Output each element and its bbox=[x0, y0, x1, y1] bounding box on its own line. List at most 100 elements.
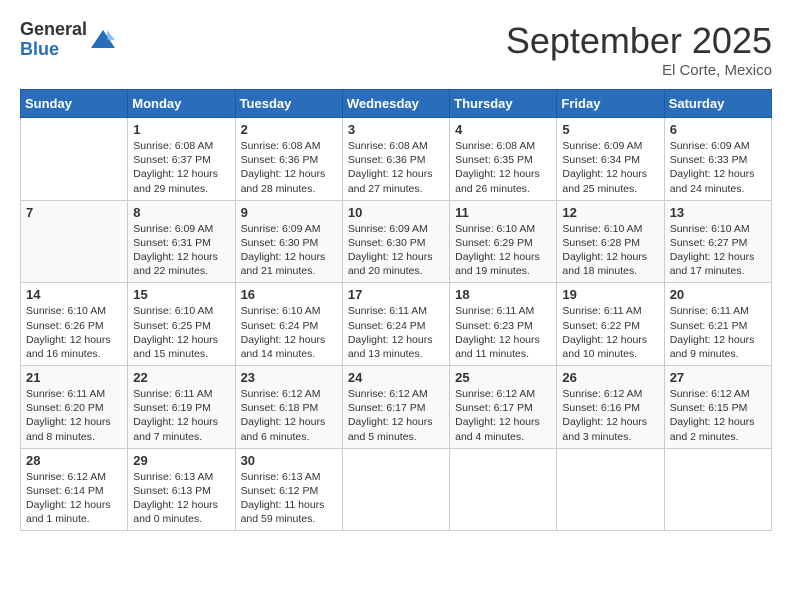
calendar-cell: 30 Sunrise: 6:13 AM Sunset: 6:12 PM Dayli… bbox=[235, 448, 342, 531]
calendar-cell: 26Sunrise: 6:12 AM Sunset: 6:16 PM Dayli… bbox=[557, 366, 664, 449]
col-saturday: Saturday bbox=[664, 90, 771, 118]
day-info: Sunrise: 6:11 AM Sunset: 6:21 PM Dayligh… bbox=[670, 304, 766, 361]
day-number: 22 bbox=[133, 370, 229, 385]
calendar-week-row: 28 Sunrise: 6:12 AM Sunset: 6:14 PM Dayli… bbox=[21, 448, 772, 531]
calendar-cell: 18 Sunrise: 6:11 AM Sunset: 6:23 PM Dayli… bbox=[450, 283, 557, 366]
calendar-cell: 23 Sunrise: 6:12 AM Sunset: 6:18 PM Dayli… bbox=[235, 366, 342, 449]
day-number: 23 bbox=[241, 370, 337, 385]
day-number: 6 bbox=[670, 122, 766, 137]
calendar-week-row: 21Sunrise: 6:11 AM Sunset: 6:20 PM Dayli… bbox=[21, 366, 772, 449]
calendar-cell bbox=[664, 448, 771, 531]
title-block: September 2025 El Corte, Mexico bbox=[506, 20, 772, 79]
day-number: 27 bbox=[670, 370, 766, 385]
day-number: 20 bbox=[670, 287, 766, 302]
calendar-cell: 21Sunrise: 6:11 AM Sunset: 6:20 PM Dayli… bbox=[21, 366, 128, 449]
day-info: Sunrise: 6:08 AM Sunset: 6:37 PM Dayligh… bbox=[133, 139, 229, 196]
calendar-header-row: Sunday Monday Tuesday Wednesday Thursday… bbox=[21, 90, 772, 118]
day-info: Sunrise: 6:08 AM Sunset: 6:36 PM Dayligh… bbox=[348, 139, 444, 196]
day-number: 4 bbox=[455, 122, 551, 137]
day-number: 21 bbox=[26, 370, 122, 385]
day-number: 18 bbox=[455, 287, 551, 302]
calendar-cell: 5Sunrise: 6:09 AM Sunset: 6:34 PM Daylig… bbox=[557, 118, 664, 201]
day-info: Sunrise: 6:09 AM Sunset: 6:33 PM Dayligh… bbox=[670, 139, 766, 196]
day-number: 12 bbox=[562, 205, 658, 220]
day-info: Sunrise: 6:11 AM Sunset: 6:22 PM Dayligh… bbox=[562, 304, 658, 361]
day-info: Sunrise: 6:10 AM Sunset: 6:26 PM Dayligh… bbox=[26, 304, 122, 361]
location-subtitle: El Corte, Mexico bbox=[506, 62, 772, 79]
calendar-week-row: 14 Sunrise: 6:10 AM Sunset: 6:26 PM Dayli… bbox=[21, 283, 772, 366]
col-wednesday: Wednesday bbox=[342, 90, 449, 118]
day-info: Sunrise: 6:12 AM Sunset: 6:17 PM Dayligh… bbox=[455, 387, 551, 444]
day-info: Sunrise: 6:12 AM Sunset: 6:17 PM Dayligh… bbox=[348, 387, 444, 444]
col-monday: Monday bbox=[128, 90, 235, 118]
day-number: 15 bbox=[133, 287, 229, 302]
day-number: 14 bbox=[26, 287, 122, 302]
col-friday: Friday bbox=[557, 90, 664, 118]
calendar-table: Sunday Monday Tuesday Wednesday Thursday… bbox=[20, 89, 772, 531]
calendar-cell: 22 Sunrise: 6:11 AM Sunset: 6:19 PM Dayli… bbox=[128, 366, 235, 449]
day-info: Sunrise: 6:08 AM Sunset: 6:35 PM Dayligh… bbox=[455, 139, 551, 196]
day-number: 8 bbox=[133, 205, 229, 220]
day-info: Sunrise: 6:12 AM Sunset: 6:14 PM Dayligh… bbox=[26, 470, 122, 527]
calendar-cell bbox=[557, 448, 664, 531]
day-number: 24 bbox=[348, 370, 444, 385]
page-header: General Blue September 2025 El Corte, Me… bbox=[20, 20, 772, 79]
day-info: Sunrise: 6:10 AM Sunset: 6:25 PM Dayligh… bbox=[133, 304, 229, 361]
calendar-week-row: 1 Sunrise: 6:08 AM Sunset: 6:37 PM Daylig… bbox=[21, 118, 772, 201]
calendar-cell: 15 Sunrise: 6:10 AM Sunset: 6:25 PM Dayli… bbox=[128, 283, 235, 366]
month-year-title: September 2025 bbox=[506, 20, 772, 62]
calendar-cell: 19Sunrise: 6:11 AM Sunset: 6:22 PM Dayli… bbox=[557, 283, 664, 366]
day-info: Sunrise: 6:12 AM Sunset: 6:18 PM Dayligh… bbox=[241, 387, 337, 444]
calendar-cell: 20 Sunrise: 6:11 AM Sunset: 6:21 PM Dayli… bbox=[664, 283, 771, 366]
col-sunday: Sunday bbox=[21, 90, 128, 118]
calendar-cell: 8Sunrise: 6:09 AM Sunset: 6:31 PM Daylig… bbox=[128, 200, 235, 283]
day-info: Sunrise: 6:09 AM Sunset: 6:30 PM Dayligh… bbox=[241, 222, 337, 279]
calendar-cell: 17Sunrise: 6:11 AM Sunset: 6:24 PM Dayli… bbox=[342, 283, 449, 366]
day-info: Sunrise: 6:09 AM Sunset: 6:30 PM Dayligh… bbox=[348, 222, 444, 279]
day-info: Sunrise: 6:13 AM Sunset: 6:13 PM Dayligh… bbox=[133, 470, 229, 527]
day-number: 11 bbox=[455, 205, 551, 220]
calendar-cell: 6 Sunrise: 6:09 AM Sunset: 6:33 PM Daylig… bbox=[664, 118, 771, 201]
day-number: 9 bbox=[241, 205, 337, 220]
day-info: Sunrise: 6:10 AM Sunset: 6:27 PM Dayligh… bbox=[670, 222, 766, 279]
calendar-cell: 4 Sunrise: 6:08 AM Sunset: 6:35 PM Daylig… bbox=[450, 118, 557, 201]
day-number: 17 bbox=[348, 287, 444, 302]
col-thursday: Thursday bbox=[450, 90, 557, 118]
calendar-cell bbox=[21, 118, 128, 201]
day-number: 30 bbox=[241, 453, 337, 468]
calendar-cell: 24 Sunrise: 6:12 AM Sunset: 6:17 PM Dayli… bbox=[342, 366, 449, 449]
calendar-cell: 25 Sunrise: 6:12 AM Sunset: 6:17 PM Dayli… bbox=[450, 366, 557, 449]
day-info: Sunrise: 6:10 AM Sunset: 6:24 PM Dayligh… bbox=[241, 304, 337, 361]
day-info: Sunrise: 6:13 AM Sunset: 6:12 PM Dayligh… bbox=[241, 470, 337, 527]
day-number: 5 bbox=[562, 122, 658, 137]
logo-general-text: General bbox=[20, 20, 87, 40]
calendar-cell: 3 Sunrise: 6:08 AM Sunset: 6:36 PM Daylig… bbox=[342, 118, 449, 201]
day-number: 29 bbox=[133, 453, 229, 468]
day-number: 13 bbox=[670, 205, 766, 220]
day-number: 1 bbox=[133, 122, 229, 137]
logo-icon bbox=[89, 26, 117, 54]
calendar-cell: 16Sunrise: 6:10 AM Sunset: 6:24 PM Dayli… bbox=[235, 283, 342, 366]
calendar-week-row: 78Sunrise: 6:09 AM Sunset: 6:31 PM Dayli… bbox=[21, 200, 772, 283]
day-number: 10 bbox=[348, 205, 444, 220]
day-info: Sunrise: 6:08 AM Sunset: 6:36 PM Dayligh… bbox=[241, 139, 337, 196]
calendar-cell: 28 Sunrise: 6:12 AM Sunset: 6:14 PM Dayli… bbox=[21, 448, 128, 531]
day-info: Sunrise: 6:12 AM Sunset: 6:16 PM Dayligh… bbox=[562, 387, 658, 444]
calendar-cell: 1 Sunrise: 6:08 AM Sunset: 6:37 PM Daylig… bbox=[128, 118, 235, 201]
calendar-cell bbox=[342, 448, 449, 531]
logo-blue-text: Blue bbox=[20, 40, 87, 60]
calendar-cell: 2 Sunrise: 6:08 AM Sunset: 6:36 PM Daylig… bbox=[235, 118, 342, 201]
logo: General Blue bbox=[20, 20, 117, 60]
calendar-cell: 10 Sunrise: 6:09 AM Sunset: 6:30 PM Dayli… bbox=[342, 200, 449, 283]
day-info: Sunrise: 6:11 AM Sunset: 6:23 PM Dayligh… bbox=[455, 304, 551, 361]
day-number: 2 bbox=[241, 122, 337, 137]
calendar-cell: 27Sunrise: 6:12 AM Sunset: 6:15 PM Dayli… bbox=[664, 366, 771, 449]
day-number: 28 bbox=[26, 453, 122, 468]
day-info: Sunrise: 6:10 AM Sunset: 6:28 PM Dayligh… bbox=[562, 222, 658, 279]
day-info: Sunrise: 6:10 AM Sunset: 6:29 PM Dayligh… bbox=[455, 222, 551, 279]
day-number: 25 bbox=[455, 370, 551, 385]
col-tuesday: Tuesday bbox=[235, 90, 342, 118]
day-info: Sunrise: 6:11 AM Sunset: 6:19 PM Dayligh… bbox=[133, 387, 229, 444]
day-number: 3 bbox=[348, 122, 444, 137]
calendar-cell: 11 Sunrise: 6:10 AM Sunset: 6:29 PM Dayli… bbox=[450, 200, 557, 283]
